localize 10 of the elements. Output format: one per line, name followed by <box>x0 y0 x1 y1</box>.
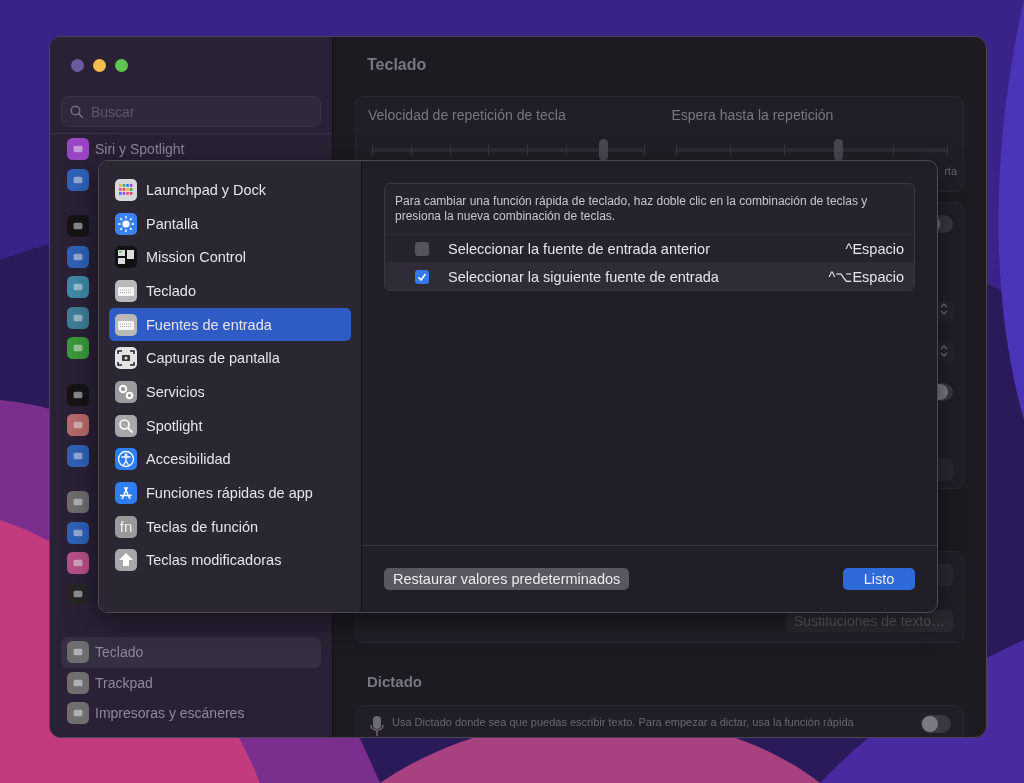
section-heading: Dictado <box>366 672 423 692</box>
shortcut-label: Seleccionar la siguiente fuente de entrada <box>448 268 720 285</box>
page-title: Teclado <box>366 55 428 75</box>
slider-label: Velocidad de repetición de tecla <box>368 107 567 123</box>
slider-label: Espera hasta la repetición <box>671 107 835 123</box>
description-text: Usa Dictado donde sea que puedas escribir texto. Para empezar a dictar, usa la función rápida <box>392 715 855 728</box>
slider-caption: rta <box>944 165 957 177</box>
hint-text: Para cambiar una función rápida de teclado, haz doble clic en la combinación de teclas y presiona la nueva combinación de teclas. <box>394 193 869 225</box>
shortcut-label: Seleccionar la fuente de entrada anterior <box>448 240 711 257</box>
fn-key-icon: fn <box>115 515 137 538</box>
